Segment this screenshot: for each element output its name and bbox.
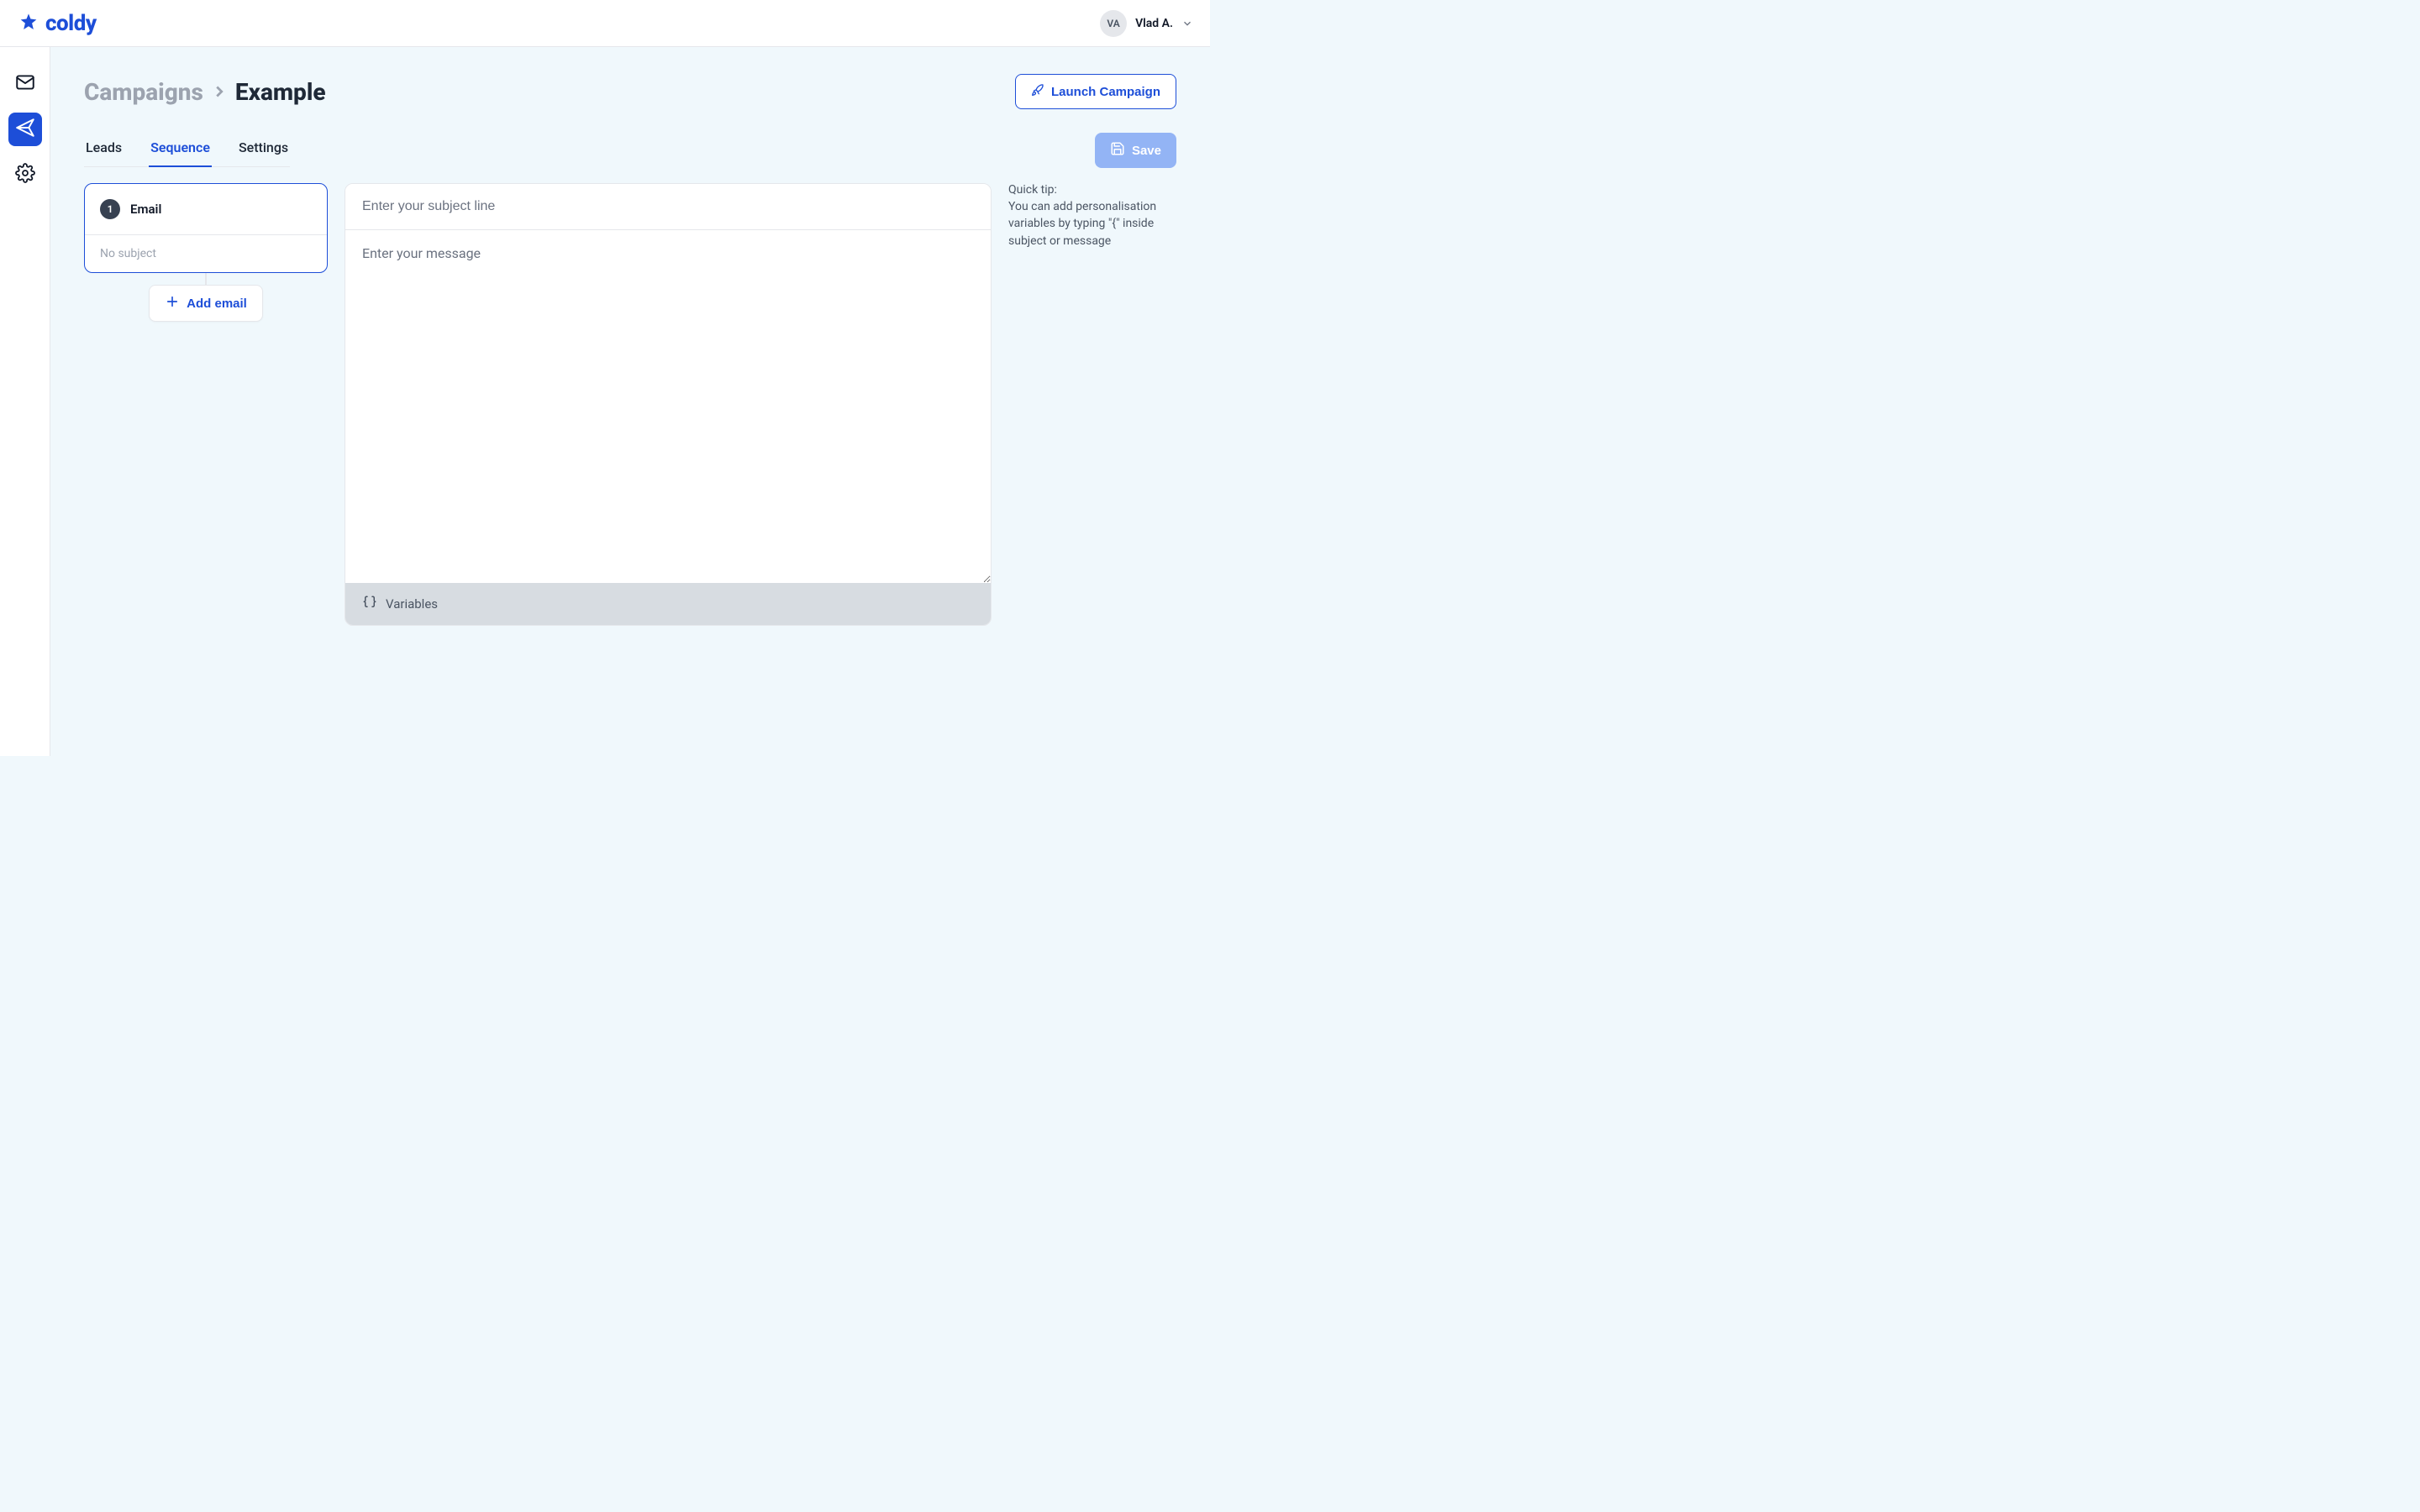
chevron-right-icon xyxy=(210,82,229,101)
quick-tip: Quick tip: You can add personalisation v… xyxy=(1008,183,1176,249)
step-connector xyxy=(205,273,207,285)
sidebar-item-settings[interactable] xyxy=(8,158,42,192)
launch-campaign-label: Launch Campaign xyxy=(1051,85,1160,99)
avatar: VA xyxy=(1100,10,1127,37)
save-button[interactable]: Save xyxy=(1095,133,1176,168)
chevron-down-icon xyxy=(1181,18,1193,29)
app-header: coldy VA Vlad A. xyxy=(0,0,1210,47)
sidebar-item-campaigns[interactable] xyxy=(8,113,42,146)
tab-settings[interactable]: Settings xyxy=(237,134,290,167)
tab-sequence[interactable]: Sequence xyxy=(149,134,212,167)
launch-campaign-button[interactable]: Launch Campaign xyxy=(1015,74,1176,109)
breadcrumb-current: Example xyxy=(235,78,326,106)
send-icon xyxy=(14,117,36,142)
email-editor: Variables xyxy=(345,183,992,626)
tab-leads[interactable]: Leads xyxy=(84,134,124,167)
sidebar xyxy=(0,47,50,756)
user-menu[interactable]: VA Vlad A. xyxy=(1100,10,1193,37)
tip-text: You can add personalisation variables by… xyxy=(1008,198,1176,249)
mail-icon xyxy=(14,71,36,97)
step-subject-preview: No subject xyxy=(85,235,327,272)
save-label: Save xyxy=(1132,144,1161,158)
step-card[interactable]: 1 Email No subject xyxy=(84,183,328,273)
variables-label: Variables xyxy=(386,596,438,612)
add-email-label: Add email xyxy=(187,297,247,311)
save-icon xyxy=(1110,141,1125,160)
breadcrumb: Campaigns Example xyxy=(84,78,326,106)
plus-icon xyxy=(165,294,180,312)
add-email-button[interactable]: Add email xyxy=(149,285,263,322)
logo-icon xyxy=(17,12,40,35)
variables-button[interactable]: Variables xyxy=(345,583,991,625)
breadcrumb-root[interactable]: Campaigns xyxy=(84,78,203,106)
braces-icon xyxy=(362,595,377,613)
step-number: 1 xyxy=(100,199,120,219)
gear-icon xyxy=(15,163,35,186)
step-header: 1 Email xyxy=(85,184,327,235)
tip-title: Quick tip: xyxy=(1008,183,1176,197)
logo[interactable]: coldy xyxy=(17,11,97,36)
sidebar-item-inbox[interactable] xyxy=(8,67,42,101)
subject-input[interactable] xyxy=(345,184,991,230)
logo-text: coldy xyxy=(45,11,97,36)
message-input[interactable] xyxy=(345,230,991,583)
rocket-icon xyxy=(1031,83,1044,100)
sequence-steps: 1 Email No subject Add email xyxy=(84,183,328,322)
user-name: Vlad A. xyxy=(1135,17,1173,30)
tabs: Leads Sequence Settings xyxy=(84,134,290,167)
main-content: Campaigns Example Launch Campaign xyxy=(50,47,1210,756)
step-type: Email xyxy=(130,202,161,217)
